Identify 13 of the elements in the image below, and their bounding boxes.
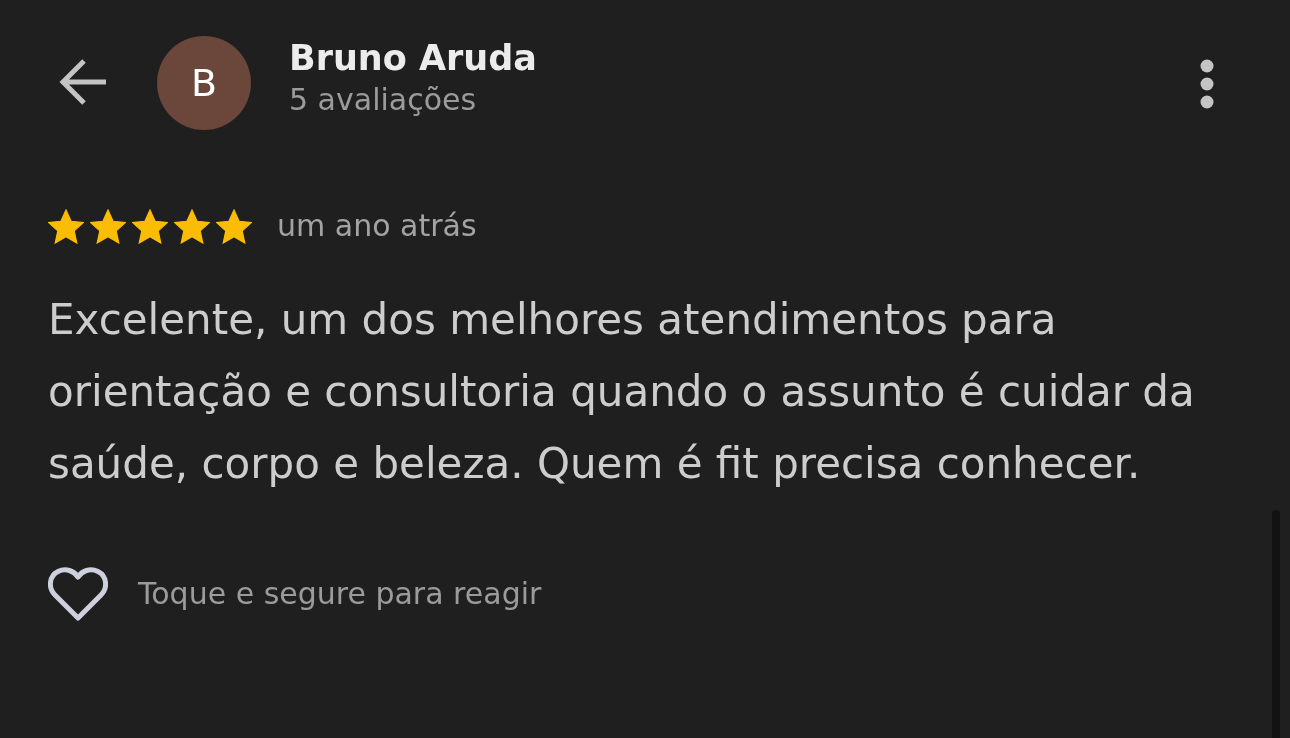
reviewer-name: Bruno Aruda <box>289 37 537 80</box>
heart-icon[interactable] <box>48 566 108 622</box>
star-icon <box>90 208 126 244</box>
star-icon <box>174 208 210 244</box>
star-icon <box>216 208 252 244</box>
review-count: 5 avaliações <box>289 81 478 119</box>
review-text: Excelente, um dos melhores atendimentos para orientação e consultoria quando o assunto é cuidar da saúde, corpo e beleza. Quem é fit precisa conhecer. <box>48 294 1196 490</box>
star-icon <box>48 208 84 244</box>
star-icon <box>132 208 168 244</box>
reaction-hint: Toque e segure para reagir <box>138 575 542 613</box>
more-options-icon[interactable] <box>1200 58 1214 109</box>
avatar[interactable]: B <box>157 36 251 130</box>
review-time: um ano atrás <box>277 207 477 245</box>
